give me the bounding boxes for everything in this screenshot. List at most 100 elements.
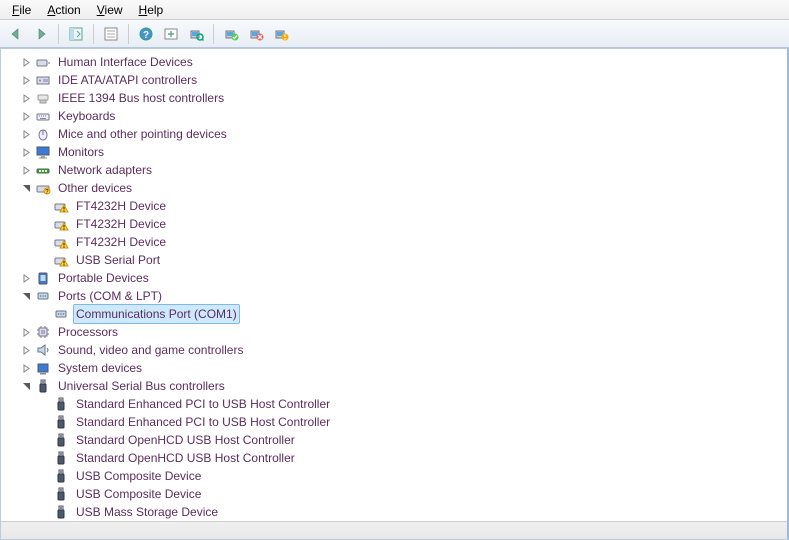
tree-toggle-collapsed[interactable] (19, 343, 33, 357)
svg-text:?: ? (45, 190, 49, 196)
hid-icon (35, 54, 51, 70)
help-button[interactable]: ? (134, 22, 158, 46)
tree-row[interactable]: USB Mass Storage Device (1, 503, 787, 521)
menubar: File Action View Help (0, 0, 789, 20)
tree-toggle-collapsed[interactable] (19, 55, 33, 69)
tree-toggle-leaf (37, 505, 51, 519)
tree-row[interactable]: USB Composite Device (1, 485, 787, 503)
svg-text:?: ? (143, 30, 149, 41)
tree-row[interactable]: Human Interface Devices (1, 53, 787, 71)
tree-toggle-collapsed[interactable] (19, 109, 33, 123)
tree-label: Standard OpenHCD USB Host Controller (73, 449, 298, 467)
usb-icon (53, 486, 69, 502)
tree-label: Processors (55, 323, 121, 341)
tree-row[interactable]: Ports (COM & LPT) (1, 287, 787, 305)
toolbar-separator (128, 24, 129, 44)
update-driver-button[interactable] (159, 22, 183, 46)
tree-row[interactable]: Keyboards (1, 107, 787, 125)
tree-label: FT4232H Device (73, 215, 169, 233)
portable-icon (35, 270, 51, 286)
usb-icon (53, 504, 69, 520)
kbd-icon (35, 108, 51, 124)
mouse-icon (35, 126, 51, 142)
tree-row[interactable]: Standard Enhanced PCI to USB Host Contro… (1, 395, 787, 413)
status-bar (1, 521, 787, 539)
usb-icon (53, 414, 69, 430)
tree-toggle-leaf (37, 451, 51, 465)
tree-label: FT4232H Device (73, 197, 169, 215)
tree-label: Communications Port (COM1) (73, 304, 240, 324)
tree-row[interactable]: IDE ATA/ATAPI controllers (1, 71, 787, 89)
tree-label: Standard OpenHCD USB Host Controller (73, 431, 298, 449)
properties-button[interactable] (99, 22, 123, 46)
tree-row[interactable]: Universal Serial Bus controllers (1, 377, 787, 395)
tree-toggle-collapsed[interactable] (19, 361, 33, 375)
menu-help[interactable]: Help (131, 1, 172, 19)
device-tree[interactable]: Human Interface DevicesIDE ATA/ATAPI con… (1, 49, 787, 521)
tree-row[interactable]: Standard OpenHCD USB Host Controller (1, 449, 787, 467)
other-icon: ? (35, 180, 51, 196)
tree-row[interactable]: FT4232H Device (1, 233, 787, 251)
tree-row[interactable]: Mice and other pointing devices (1, 125, 787, 143)
sys-icon (35, 360, 51, 376)
disable-device-button[interactable] (269, 22, 293, 46)
tree-row[interactable]: Network adapters (1, 161, 787, 179)
tree-row[interactable]: Sound, video and game controllers (1, 341, 787, 359)
menu-view[interactable]: View (89, 1, 131, 19)
tree-toggle-collapsed[interactable] (19, 163, 33, 177)
tree-row[interactable]: ?Other devices (1, 179, 787, 197)
uninstall-device-button[interactable] (244, 22, 268, 46)
warn-icon (53, 198, 69, 214)
net-icon (35, 162, 51, 178)
tree-toggle-collapsed[interactable] (19, 91, 33, 105)
scan-hardware-button[interactable] (184, 22, 208, 46)
tree-label: FT4232H Device (73, 233, 169, 251)
tree-row[interactable]: Communications Port (COM1) (1, 305, 787, 323)
toolbar: ? (0, 20, 789, 48)
tree-label: USB Composite Device (73, 467, 204, 485)
tree-toggle-expanded[interactable] (19, 289, 33, 303)
tree-label: Mice and other pointing devices (55, 125, 230, 143)
tree-toggle-collapsed[interactable] (19, 127, 33, 141)
tree-row[interactable]: System devices (1, 359, 787, 377)
tree-row[interactable]: USB Serial Port (1, 251, 787, 269)
cpu-icon (35, 324, 51, 340)
usb-icon (35, 378, 51, 394)
tree-toggle-leaf (37, 397, 51, 411)
tree-toggle-leaf (37, 487, 51, 501)
1394-icon (35, 90, 51, 106)
tree-row[interactable]: Portable Devices (1, 269, 787, 287)
ide-icon (35, 72, 51, 88)
content-wrap: Human Interface DevicesIDE ATA/ATAPI con… (0, 48, 789, 540)
tree-label: Standard Enhanced PCI to USB Host Contro… (73, 395, 333, 413)
tree-toggle-collapsed[interactable] (19, 271, 33, 285)
tree-row[interactable]: Processors (1, 323, 787, 341)
back-button[interactable] (4, 22, 28, 46)
tree-row[interactable]: FT4232H Device (1, 197, 787, 215)
port-icon (53, 306, 69, 322)
tree-toggle-collapsed[interactable] (19, 73, 33, 87)
show-hide-tree-button[interactable] (64, 22, 88, 46)
tree-toggle-expanded[interactable] (19, 379, 33, 393)
tree-label: Keyboards (55, 107, 118, 125)
tree-row[interactable]: IEEE 1394 Bus host controllers (1, 89, 787, 107)
tree-row[interactable]: Standard OpenHCD USB Host Controller (1, 431, 787, 449)
tree-row[interactable]: Standard Enhanced PCI to USB Host Contro… (1, 413, 787, 431)
warn-icon (53, 234, 69, 250)
tree-row[interactable]: USB Composite Device (1, 467, 787, 485)
tree-row[interactable]: FT4232H Device (1, 215, 787, 233)
menu-file[interactable]: File (4, 1, 39, 19)
tree-label: USB Mass Storage Device (73, 503, 221, 521)
tree-toggle-collapsed[interactable] (19, 145, 33, 159)
sound-icon (35, 342, 51, 358)
tree-row[interactable]: Monitors (1, 143, 787, 161)
menu-action[interactable]: Action (39, 1, 88, 19)
tree-toggle-leaf (37, 433, 51, 447)
tree-toggle-collapsed[interactable] (19, 325, 33, 339)
tree-toggle-leaf (37, 253, 51, 267)
tree-toggle-expanded[interactable] (19, 181, 33, 195)
forward-button[interactable] (29, 22, 53, 46)
tree-label: Standard Enhanced PCI to USB Host Contro… (73, 413, 333, 431)
usb-icon (53, 432, 69, 448)
enable-device-button[interactable] (219, 22, 243, 46)
